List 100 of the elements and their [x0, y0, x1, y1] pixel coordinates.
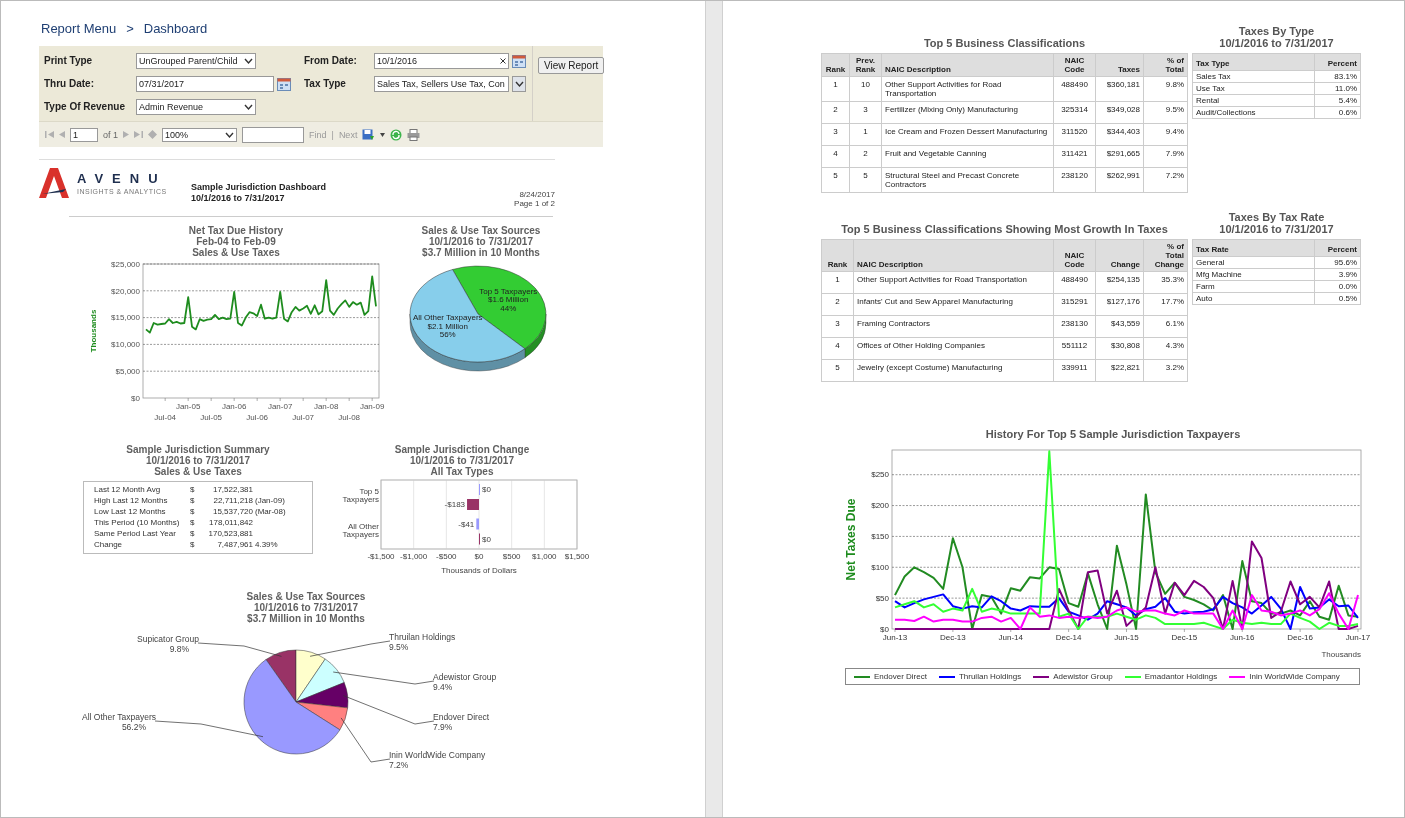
table-cell: Fruit and Vegetable Canning [881, 145, 1054, 168]
clear-icon[interactable] [500, 58, 506, 64]
percent-label: 7.2% [389, 760, 409, 770]
table-cell: Jewelry (except Costume) Manufacturing [853, 359, 1054, 382]
zoom-dropdown[interactable]: 100% [162, 127, 237, 142]
table-title: Taxes By Type [1238, 25, 1315, 37]
table-cell: 35.3% [1143, 271, 1188, 294]
table-cell: 2 [821, 293, 854, 316]
table-cell: 315291 [1053, 293, 1096, 316]
date-field[interactable]: 10/1/2016 [374, 53, 509, 69]
next-page-icon[interactable] [123, 130, 129, 139]
table-cell: $291,665 [1095, 145, 1144, 168]
tick-label: Dec-16 [1287, 633, 1313, 642]
first-page-icon[interactable] [45, 130, 54, 139]
table-cell: 5 [821, 359, 854, 382]
dropdown[interactable]: UnGrouped Parent/Child [136, 53, 256, 69]
table-cell: 5.4% [1314, 94, 1361, 107]
tick-label: $20,000 [111, 286, 140, 296]
tick-label: $15,000 [111, 313, 140, 323]
breadcrumb-link[interactable]: Report Menu [41, 21, 117, 41]
summary-value: 17,522,381 [211, 485, 253, 495]
column-header: Taxes [1095, 53, 1144, 77]
find-field[interactable] [242, 126, 304, 143]
percent-label: 9.5% [389, 642, 409, 652]
page-count: of 1 [103, 129, 118, 140]
print-icon[interactable] [407, 128, 421, 141]
slice-label: All Other Taxpayers [82, 712, 156, 722]
legend-label: Inin WorldWide Company [1249, 672, 1340, 681]
table-cell: 3.2% [1143, 359, 1188, 382]
page-number-field[interactable]: 1 [70, 127, 98, 142]
chevron-down-icon [244, 103, 253, 111]
caret-icon[interactable] [380, 132, 386, 137]
tick-label: Jul-04 [154, 413, 177, 422]
table-cell: 0.0% [1314, 280, 1361, 293]
axis-title: Thousands [1321, 650, 1361, 659]
table-cell: Offices of Other Holding Companies [853, 337, 1054, 360]
chart-subtitle: 10/1/2016 to 7/31/2017 [428, 236, 534, 247]
tick-label: Jul-06 [246, 413, 269, 422]
tick-label: Jun-15 [1114, 633, 1139, 642]
table-cell: 5 [849, 167, 882, 193]
chevron-down-icon [514, 80, 524, 88]
last-page-icon[interactable] [134, 130, 143, 139]
chart-title: Sample Jurisdiction Summary [126, 444, 270, 455]
table-cell: Infants' Cut and Sew Apparel Manufacturing [853, 293, 1054, 316]
tick-label: Jan-09 [359, 402, 385, 411]
column-header: Tax Type [1192, 53, 1315, 71]
report-title: Sample Jurisdiction Dashboard [191, 182, 327, 193]
table-subtitle: 10/1/2016 to 7/31/2017 [1219, 37, 1334, 49]
table-cell: 1 [821, 271, 854, 294]
table-cell: 3 [849, 101, 882, 124]
breadcrumb-link[interactable]: Dashboard [143, 21, 208, 41]
column-header: NAIC Description [881, 53, 1054, 77]
refresh-icon[interactable] [390, 128, 403, 141]
dropdown[interactable]: Admin Revenue [136, 99, 256, 115]
tick-label: Jan-07 [267, 402, 293, 411]
table-cell: Ice Cream and Frozen Dessert Manufacturing [881, 123, 1054, 146]
table-cell: Sales Tax [1192, 70, 1315, 83]
date-field[interactable]: 07/31/2017 [136, 76, 274, 92]
table-cell: 9.8% [1143, 76, 1188, 102]
slice-label: Adewistor Group [433, 672, 497, 682]
tick-label: -$1,500 [367, 552, 395, 561]
chevron-down-icon [225, 130, 234, 139]
table-cell: 7.9% [1143, 145, 1188, 168]
table-cell: Farm [1192, 280, 1315, 293]
chart-subtitle: Sales & Use Taxes [191, 247, 281, 258]
tick-label: Jul-05 [200, 413, 223, 422]
summary-label: Low Last 12 Months [94, 507, 167, 517]
tick-label: $1,500 [564, 552, 590, 561]
table-cell: $127,176 [1095, 293, 1144, 316]
table-cell: 83.1% [1314, 70, 1361, 83]
dropdown-button[interactable] [512, 76, 526, 92]
view-report-button[interactable]: View Report [538, 57, 605, 74]
previous-page-icon[interactable] [59, 130, 65, 139]
print-date: 8/24/2017 [518, 190, 555, 199]
table-cell: Rental [1192, 94, 1315, 107]
table-cell: 311520 [1053, 123, 1096, 146]
table-cell: 7.2% [1143, 167, 1188, 193]
slice-label: Supicator Group [137, 634, 199, 644]
chart-title: Sales & Use Tax Sources [246, 591, 366, 602]
summary-note: (Jan-09) [255, 496, 286, 506]
calendar-icon[interactable] [512, 54, 526, 68]
multi-select-field[interactable]: Sales Tax, Sellers Use Tax, Con [374, 76, 509, 92]
save-icon[interactable] [362, 128, 376, 141]
tick-label: $25,000 [111, 259, 140, 269]
table-cell: Framing Contractors [853, 315, 1054, 338]
back-icon[interactable] [148, 130, 157, 139]
table-cell: Fertilizer (Mixing Only) Manufacturing [881, 101, 1054, 124]
currency-symbol: $ [190, 507, 196, 517]
legend-label: Emadantor Holdings [1144, 672, 1218, 681]
bar [476, 518, 479, 530]
toolbar-separator: | [331, 129, 334, 140]
table-cell: 339911 [1053, 359, 1096, 382]
table-cell: General [1192, 256, 1315, 269]
tick-label: $10,000 [111, 340, 140, 350]
field-label: Tax Type [304, 77, 347, 91]
column-header: NAIC Code [1053, 53, 1096, 77]
chart-subtitle: 10/1/2016 to 7/31/2017 [410, 455, 514, 466]
chevron-down-icon [244, 57, 253, 65]
calendar-icon[interactable] [277, 77, 291, 91]
slice-label: Endover Direct [433, 712, 490, 722]
